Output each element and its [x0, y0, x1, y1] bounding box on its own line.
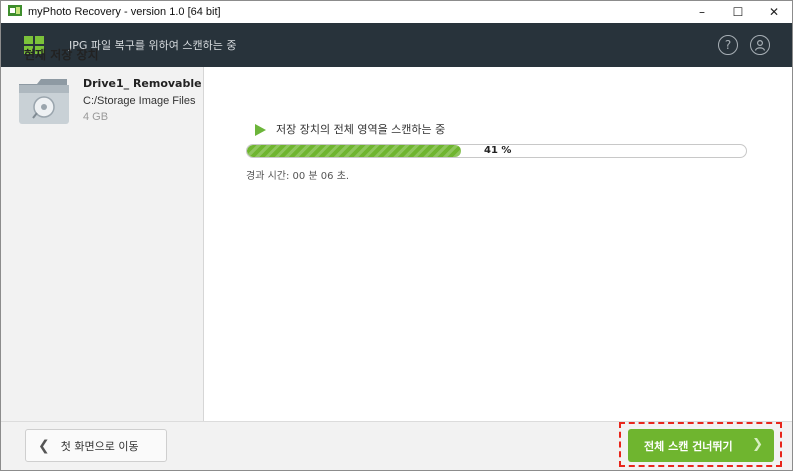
skip-full-scan-label: 전체 스캔 건너뛰기	[644, 439, 733, 453]
account-icon[interactable]	[750, 35, 770, 55]
drive-name: Drive1_ Removable ...	[83, 77, 201, 90]
maximize-button[interactable]: ☐	[720, 1, 756, 23]
elapsed-time: 경과 시간: 00 분 06 초.	[246, 171, 350, 182]
scan-status-arrow-icon	[255, 124, 266, 136]
window-titlebar: myPhoto Recovery - version 1.0 [64 bit] …	[1, 1, 792, 23]
close-button[interactable]: ✕	[756, 1, 792, 23]
chevron-left-icon: ❮	[38, 437, 50, 454]
current-device-title: 현재 저장 장치	[24, 48, 99, 62]
back-to-home-label: 첫 화면으로 이동	[60, 439, 139, 453]
back-to-home-button[interactable]: ❮ 첫 화면으로 이동	[25, 429, 167, 462]
app-icon	[8, 5, 22, 19]
scan-progress-percent: 41 %	[484, 145, 512, 156]
drive-icon	[17, 76, 71, 126]
drive-size: 4 GB	[83, 111, 109, 123]
skip-full-scan-button[interactable]: 전체 스캔 건너뛰기 ❯	[628, 429, 774, 462]
help-icon[interactable]: ?	[718, 35, 738, 55]
scan-status-text: 저장 장치의 전체 영역을 스캔하는 중	[276, 123, 446, 136]
minimize-button[interactable]: –	[684, 1, 720, 23]
chevron-right-icon: ❯	[752, 437, 763, 452]
window-title: myPhoto Recovery - version 1.0 [64 bit]	[28, 6, 221, 18]
drive-path: C:/Storage Image Files	[83, 95, 196, 107]
scan-progress-fill	[247, 145, 461, 157]
app-header: JPG 파일 복구를 위하여 스캔하는 중	[1, 23, 792, 67]
